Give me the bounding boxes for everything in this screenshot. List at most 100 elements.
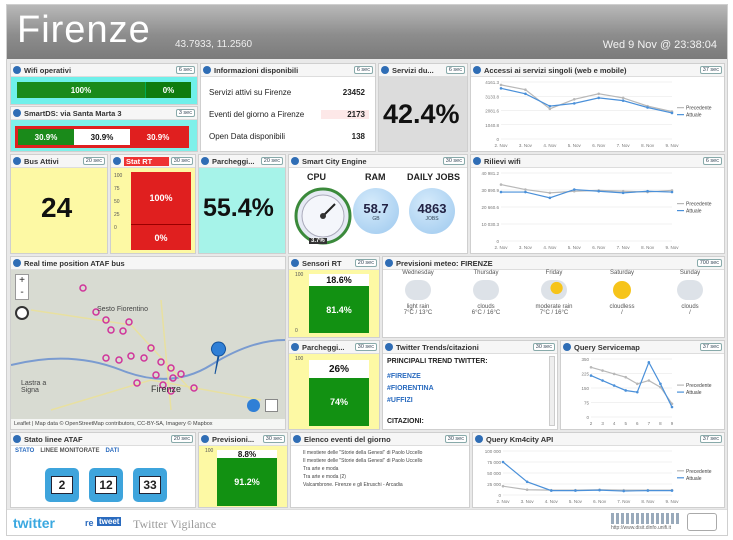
y-tick-label: 0 [496,239,499,244]
map-area[interactable]: + - Sesto Fiorentino Lastra a Signa Firen… [11,270,285,429]
bus-line-icon[interactable]: 2 [45,468,79,502]
sensori-free: 18.6% [309,274,369,286]
info-icon[interactable] [13,66,21,74]
widget-eventi: Elenco eventi del giorno 30 sec Il mestie… [290,432,470,508]
help-icon[interactable] [247,399,260,412]
x-tick-label: 3. Nov [519,245,533,250]
data-point [670,405,674,409]
x-tick-label: 7. Nov [617,143,631,148]
y-tick-label: 25 000 [487,482,501,487]
footer: twitter re tweet Twitter Vigilance http:… [7,509,727,535]
twitter-trend-link[interactable]: #UFFIZI [387,395,434,407]
y-tick-label: 350 [581,357,589,362]
x-tick-label: 2. Nov [494,245,508,250]
ram-label: RAM [365,172,386,182]
widget-wifi: Wifi operativi 6 sec 100% 0% [10,63,198,105]
info-icon[interactable] [291,157,299,165]
info-icon[interactable] [475,435,483,443]
info-icon[interactable] [201,435,209,443]
x-tick-label: 6. Nov [592,143,606,148]
info-icon[interactable] [13,109,21,117]
sun-cloud-icon [541,280,567,300]
x-tick-label: 3. Nov [521,499,535,504]
twitter-trend-link[interactable]: #FIORENTINA [387,383,434,395]
map-label: Lastra a Signa [21,380,47,394]
bus-line-icon[interactable]: 12 [89,468,123,502]
layers-icon[interactable] [265,399,278,412]
bus-line-icon[interactable]: 33 [133,468,167,502]
twitter-logo[interactable]: twitter [13,515,55,531]
previsioni-free: 8.8% [217,450,277,459]
x-tick-label: 7 [648,421,651,426]
zoom-controls[interactable]: + - [15,274,29,300]
info-icon[interactable] [291,259,299,267]
x-tick-label: 9. Nov [665,245,679,250]
event-item[interactable]: Valcambrone. Firenze e gli Etruschi - Ar… [303,481,461,489]
info-row: Eventi del giorno a Firenze 2173 [209,103,369,125]
info-icon[interactable] [385,343,393,351]
info-icon[interactable] [385,259,393,267]
data-point [624,389,628,392]
event-item[interactable]: Tra arte e moda [303,465,461,473]
ram-value: 58.7 [363,200,389,216]
refresh-tag: 30 sec [532,343,555,351]
widget-stat-rt: Stat RT 30 sec 100 75 50 25 0 100% 0% [110,154,196,254]
data-point [524,188,527,191]
locate-icon[interactable] [15,306,29,320]
data-point [647,379,651,382]
x-tick-label: 4. Nov [543,245,557,250]
widget-title: Sensori RT [302,258,342,268]
tab-stato[interactable]: STATO [15,448,34,454]
data-point [622,489,626,493]
twitter-vigilance-label[interactable]: Twitter Vigilance [133,517,216,532]
tab-dati[interactable]: DATI [105,448,119,454]
data-point [597,189,601,193]
x-tick-label: 8. Nov [641,143,655,148]
y-tick-label: 10 030.3 [481,222,499,227]
refresh-tag: 30 sec [444,435,467,443]
info-icon[interactable] [473,66,481,74]
x-tick-label: 4. Nov [543,143,557,148]
x-tick-label: 4 [613,421,616,426]
info-icon[interactable] [13,435,21,443]
widget-title: Elenco eventi del giorno [304,434,391,444]
city-coordinates: 43.7933, 11.2560 [175,39,253,50]
info-icon[interactable] [291,343,299,351]
current-datetime: Wed 9 Nov @ 23:38:04 [602,39,717,51]
twitter-citazioni: CITAZIONI: [387,418,424,425]
data-point [549,489,553,492]
y-tick-label: 75 000 [487,460,501,465]
scrollbar[interactable] [549,356,555,426]
accessi-chart: 4161.3 3133.8 2081.6 1040.8 02. Nov 3. Nov 4. … [485,80,712,148]
info-icon[interactable] [113,157,121,165]
weather-day: Wednesday light rain 7°C / 13°C [402,270,434,316]
rilievi-chart: 40 981.2 30 890.9 20 660.6 10 030.3 02. Nov 3… [481,171,711,250]
disit-link[interactable]: http://www.disit.dinfo.unifi.it [611,525,671,531]
twitter-trend-link[interactable]: #FIRENZE [387,371,434,383]
sun-icon [613,281,631,299]
y-tick-label: 75 [584,401,590,406]
info-icon[interactable] [201,157,209,165]
info-icon[interactable] [381,66,389,74]
widget-servicemap: Query Servicemap 37 sec 350 225 150 75 0 2 3 4 5 6… [560,340,725,430]
info-icon[interactable] [203,66,211,74]
data-point [548,191,552,195]
info-icon[interactable] [293,435,301,443]
event-item[interactable]: Il mestiere delle "Storie della Genesi" … [303,449,461,457]
x-tick-label: 5. Nov [569,499,583,504]
info-icon[interactable] [563,343,571,351]
data-point [499,87,503,90]
cpu-value: 3.7% [309,238,327,244]
y-tick-label: 0 [498,493,501,498]
info-row: Open Data disponibili 138 [209,131,365,141]
weather-day: Sunday clouds / [659,270,721,316]
info-icon[interactable] [473,157,481,165]
refresh-tag: 6 sec [175,66,195,74]
jobs-label: DAILY JOBS [407,172,461,182]
event-item[interactable]: Tra arte e moda (2) [303,473,461,481]
tab-linee-monitorate[interactable]: LINEE MONITORATE [40,448,99,454]
event-item[interactable]: Il mestiere delle "Storie della Genesi" … [303,457,461,465]
info-icon[interactable] [13,259,21,267]
info-icon[interactable] [13,157,21,165]
widget-title: Query Servicemap [574,342,640,352]
